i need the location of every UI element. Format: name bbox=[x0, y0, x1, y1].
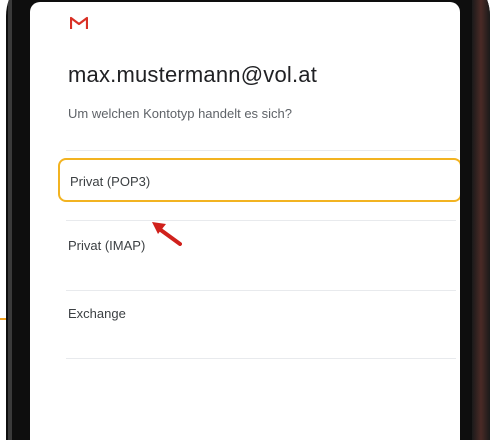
option-label: Privat (IMAP) bbox=[68, 238, 146, 253]
option-exchange[interactable]: Exchange bbox=[58, 292, 460, 336]
phone-edge bbox=[472, 0, 490, 440]
account-type-question: Um welchen Kontotyp handelt es sich? bbox=[68, 106, 293, 121]
red-pointer-arrow-icon bbox=[152, 222, 182, 246]
option-label: Exchange bbox=[68, 306, 126, 321]
divider bbox=[66, 290, 456, 291]
divider bbox=[66, 220, 456, 221]
phone-screen: max.mustermann@vol.at Um welchen Kontoty… bbox=[30, 2, 460, 440]
account-email: max.mustermann@vol.at bbox=[68, 62, 318, 87]
option-privat-imap[interactable]: Privat (IMAP) bbox=[58, 224, 460, 268]
option-privat-pop3[interactable]: Privat (POP3) bbox=[58, 158, 460, 202]
phone-frame: max.mustermann@vol.at Um welchen Kontoty… bbox=[6, 0, 490, 440]
option-label: Privat (POP3) bbox=[70, 174, 151, 189]
divider bbox=[66, 358, 456, 359]
divider bbox=[66, 150, 456, 151]
gmail-m-icon bbox=[70, 16, 88, 29]
